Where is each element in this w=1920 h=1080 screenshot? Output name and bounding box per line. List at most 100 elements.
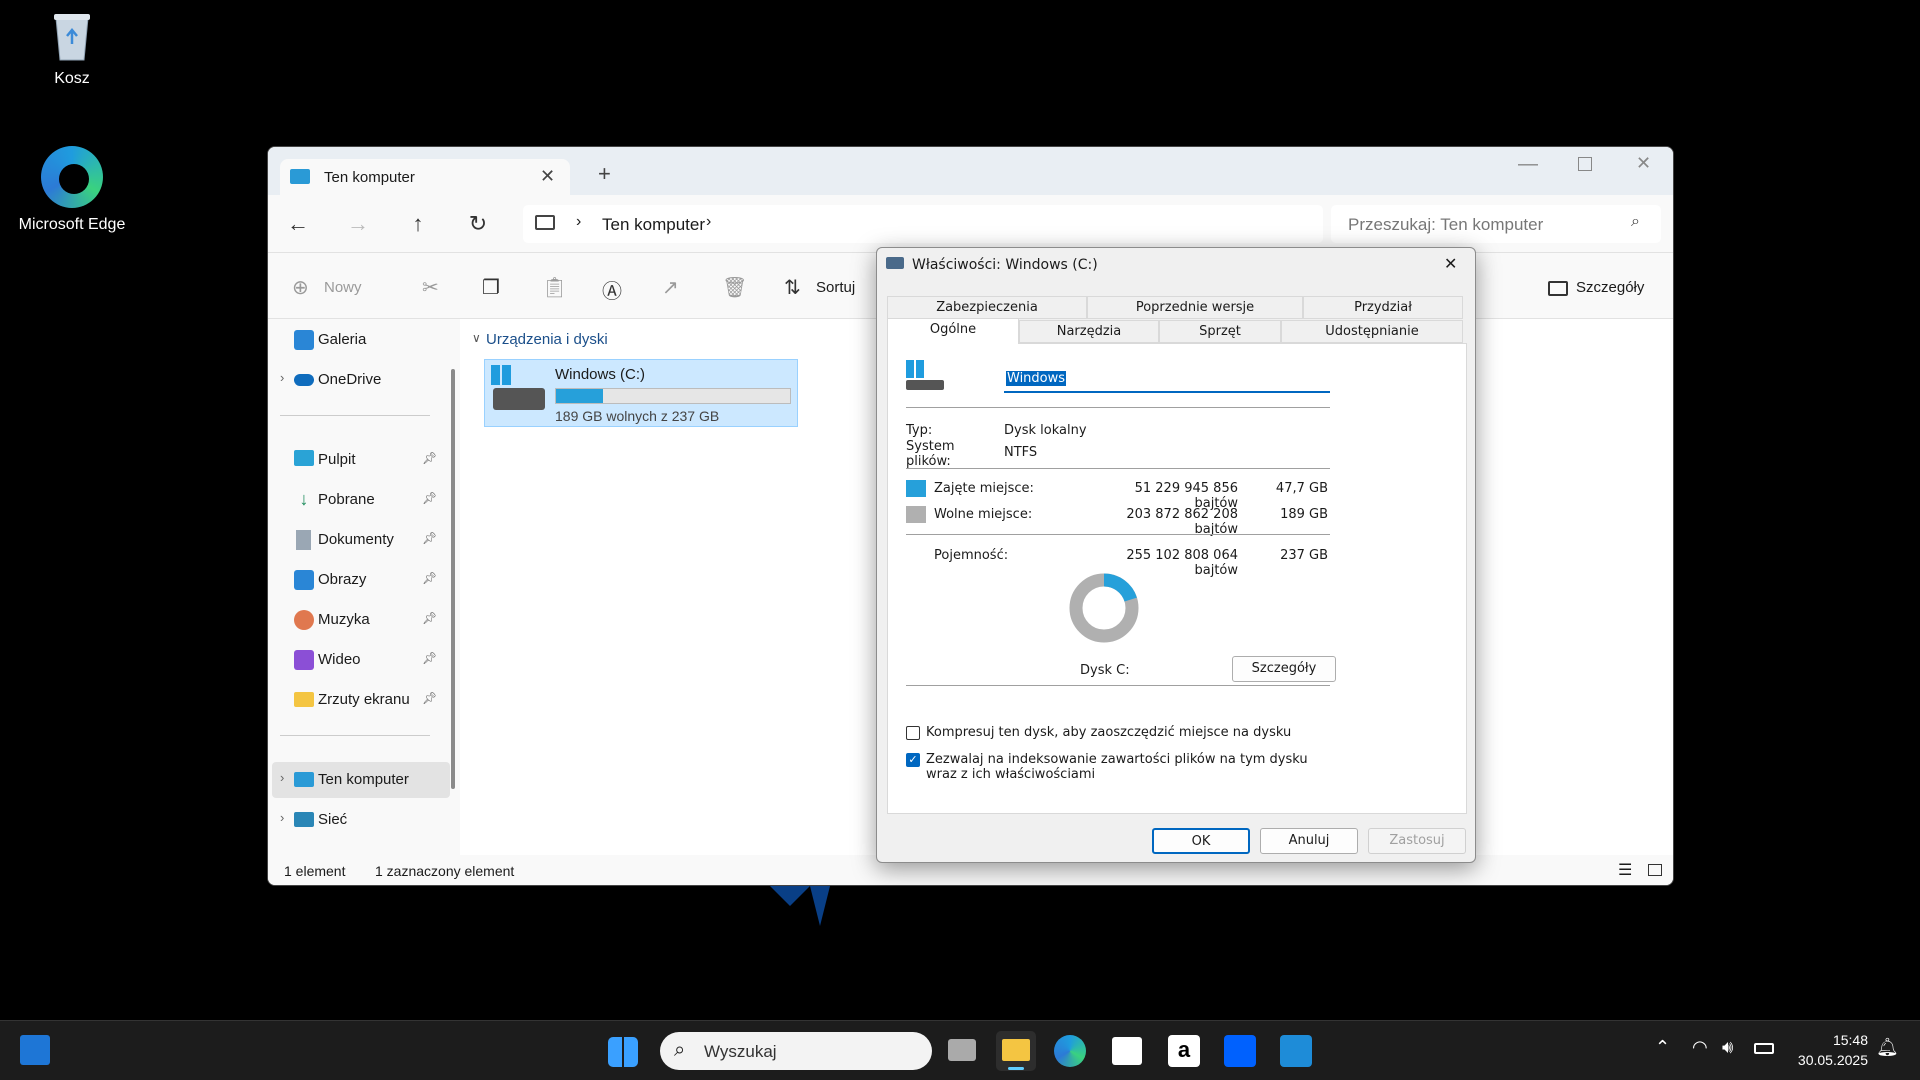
- chevron-up-icon[interactable]: ⌃: [1655, 1037, 1670, 1058]
- tab-poprzednie-wersje[interactable]: Poprzednie wersje: [1087, 296, 1303, 319]
- breadcrumb[interactable]: Ten komputer: [602, 215, 705, 235]
- tab-narzedzia[interactable]: Narzędzia: [1019, 320, 1159, 343]
- index-label[interactable]: Zezwalaj na indeksowanie zawartości plik…: [926, 752, 1326, 782]
- edge-taskbar-icon[interactable]: [1054, 1035, 1086, 1067]
- file-explorer-taskbar-icon[interactable]: [996, 1031, 1036, 1071]
- back-icon[interactable]: ←: [280, 206, 316, 242]
- start-icon[interactable]: [608, 1037, 638, 1067]
- pin-icon[interactable]: 📌︎: [422, 571, 437, 585]
- tab-ogolne[interactable]: Ogólne: [887, 318, 1019, 344]
- ok-button[interactable]: OK: [1152, 828, 1250, 854]
- sidebar-item-zrzuty-ekranu[interactable]: Zrzuty ekranu 📌︎: [272, 682, 450, 718]
- tab-sprzet[interactable]: Sprzęt: [1159, 320, 1281, 343]
- close-window-icon[interactable]: ✕: [1636, 153, 1651, 174]
- sidebar-item-onedrive[interactable]: › OneDrive: [272, 362, 450, 398]
- sidebar-item-pulpit[interactable]: Pulpit 📌︎: [272, 442, 450, 478]
- share-icon[interactable]: ↗: [662, 275, 679, 300]
- sidebar-item-muzyka[interactable]: Muzyka 📌︎: [272, 602, 450, 638]
- pin-icon[interactable]: 📌︎: [422, 691, 437, 705]
- drive-tile-windows-c[interactable]: Windows (C:) 189 GB wolnych z 237 GB: [484, 359, 798, 427]
- apply-button[interactable]: Zastosuj: [1368, 828, 1466, 854]
- wifi-icon[interactable]: ◠: [1692, 1037, 1708, 1058]
- amazon-icon[interactable]: a: [1168, 1035, 1200, 1067]
- widgets-icon[interactable]: [20, 1035, 50, 1065]
- close-tab-icon[interactable]: ✕: [540, 166, 555, 187]
- search-box[interactable]: Przeszukaj: Ten komputer ⌕: [1331, 205, 1661, 243]
- sort-button-label[interactable]: Sortuj: [816, 279, 855, 296]
- desktop-icon-edge[interactable]: Microsoft Edge: [17, 146, 127, 234]
- rename-icon[interactable]: Ⓐ: [602, 275, 622, 304]
- chevron-down-icon[interactable]: ∨: [472, 331, 481, 345]
- myhp-icon[interactable]: [1280, 1035, 1312, 1067]
- maximize-icon[interactable]: [1578, 157, 1592, 171]
- dialog-close-icon[interactable]: ✕: [1444, 254, 1457, 273]
- sidebar-item-pobrane[interactable]: ↓ Pobrane 📌︎: [272, 482, 450, 518]
- taskbar-search[interactable]: ⌕ Wyszukaj: [660, 1032, 932, 1070]
- address-bar[interactable]: › Ten komputer ›: [523, 205, 1323, 243]
- sidebar-item-label: Pulpit: [318, 451, 356, 468]
- search-icon: ⌕: [674, 1039, 686, 1061]
- volume-name-input[interactable]: Windows: [1004, 367, 1330, 393]
- new-tab-icon[interactable]: +: [598, 161, 611, 187]
- battery-icon[interactable]: [1754, 1043, 1774, 1054]
- folder-icon: [294, 692, 314, 707]
- forward-icon[interactable]: →: [340, 206, 376, 242]
- sidebar-item-obrazy[interactable]: Obrazy 📌︎: [272, 562, 450, 598]
- sidebar-item-label: Wideo: [318, 651, 361, 668]
- cut-icon[interactable]: ✂: [422, 275, 439, 300]
- minimize-icon[interactable]: —: [1518, 153, 1538, 176]
- clock-date[interactable]: 30.05.2025: [1788, 1052, 1868, 1068]
- tab-zabezpieczenia[interactable]: Zabezpieczenia: [887, 296, 1087, 319]
- pin-icon[interactable]: 📌︎: [422, 611, 437, 625]
- details-pane-label[interactable]: Szczegóły: [1576, 279, 1644, 296]
- chevron-right-icon[interactable]: ›: [280, 810, 284, 825]
- store-icon[interactable]: [1112, 1037, 1142, 1065]
- properties-dialog: Właściwości: Windows (C:) ✕ Zabezpieczen…: [876, 247, 1476, 863]
- sidebar-item-galeria[interactable]: Galeria: [272, 322, 450, 358]
- sort-icon[interactable]: ⇅: [784, 275, 801, 300]
- cancel-button[interactable]: Anuluj: [1260, 828, 1358, 854]
- type-value: Dysk lokalny: [1004, 423, 1087, 438]
- sidebar-item-label: Obrazy: [318, 571, 367, 588]
- up-icon[interactable]: ↑: [400, 206, 436, 242]
- notification-icon[interactable]: 🔔︎: [1876, 1037, 1899, 1058]
- video-icon: [294, 650, 314, 670]
- delete-icon[interactable]: 🗑︎: [722, 275, 747, 300]
- tab-label: Poprzednie wersje: [1135, 300, 1255, 315]
- sidebar-item-siec[interactable]: › Sieć: [272, 802, 450, 838]
- details-pane-icon[interactable]: [1548, 281, 1568, 296]
- details-button[interactable]: Szczegóły: [1232, 656, 1336, 682]
- volume-icon[interactable]: 🔊︎: [1722, 1037, 1733, 1058]
- free-color-swatch: [906, 506, 926, 523]
- pin-icon[interactable]: 📌︎: [422, 451, 437, 465]
- tab-ten-komputer[interactable]: Ten komputer ✕: [280, 159, 570, 195]
- pin-icon[interactable]: 📌︎: [422, 491, 437, 505]
- pin-icon[interactable]: 📌︎: [422, 651, 437, 665]
- new-icon[interactable]: ⊕: [292, 275, 309, 300]
- tab-udostepnianie[interactable]: Udostępnianie: [1281, 320, 1463, 343]
- tiles-view-icon[interactable]: [1648, 864, 1662, 876]
- chevron-right-icon[interactable]: ›: [280, 770, 284, 785]
- new-button-label[interactable]: Nowy: [324, 279, 362, 296]
- pictures-icon: [294, 570, 314, 590]
- group-header[interactable]: Urządzenia i dyski: [486, 331, 608, 348]
- paste-icon[interactable]: 📋︎: [542, 275, 567, 300]
- index-checkbox[interactable]: ✓: [906, 753, 920, 767]
- tab-przydzial[interactable]: Przydział: [1303, 296, 1463, 319]
- copy-icon[interactable]: ❐: [482, 275, 500, 300]
- clock-time[interactable]: 15:48: [1816, 1032, 1868, 1048]
- desktop-icon-recycle-bin[interactable]: Kosz: [17, 10, 127, 88]
- list-view-icon[interactable]: ☰: [1618, 860, 1632, 880]
- sidebar-scrollbar[interactable]: [451, 369, 455, 789]
- chevron-right-icon[interactable]: ›: [280, 370, 284, 385]
- button-label: Zastosuj: [1389, 833, 1445, 848]
- sidebar-item-ten-komputer[interactable]: › Ten komputer: [272, 762, 450, 798]
- sidebar-item-wideo[interactable]: Wideo 📌︎: [272, 642, 450, 678]
- compress-checkbox[interactable]: [906, 726, 920, 740]
- task-view-icon[interactable]: [948, 1039, 976, 1061]
- pin-icon[interactable]: 📌︎: [422, 531, 437, 545]
- refresh-icon[interactable]: ↻: [460, 206, 496, 242]
- sidebar-item-dokumenty[interactable]: Dokumenty 📌︎: [272, 522, 450, 558]
- compress-label[interactable]: Kompresuj ten dysk, aby zaoszczędzić mie…: [926, 725, 1291, 740]
- dropbox-icon[interactable]: [1224, 1035, 1256, 1067]
